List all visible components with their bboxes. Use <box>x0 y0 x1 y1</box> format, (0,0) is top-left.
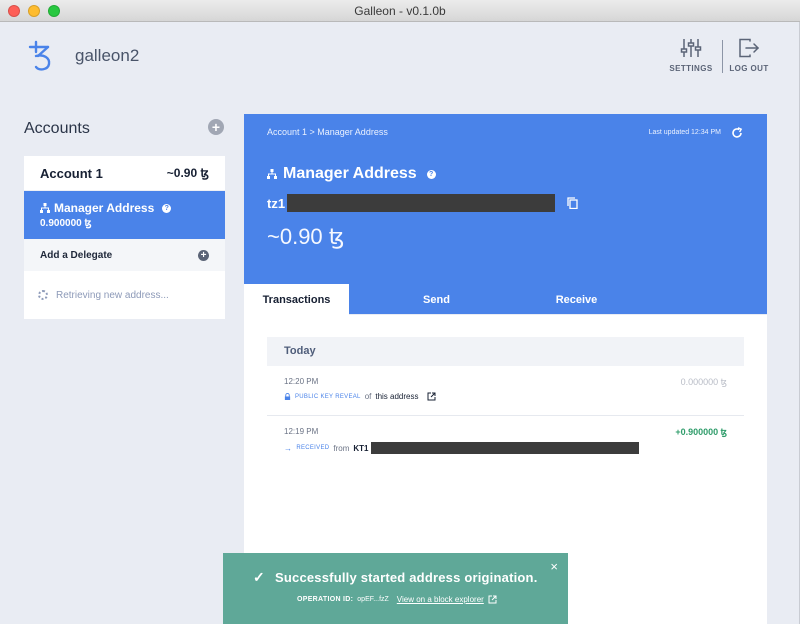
account-balance: ~0.90 ꜩ <box>166 166 209 180</box>
add-delegate-button[interactable]: Add a Delegate + <box>24 239 225 271</box>
arrow-right-icon: → <box>284 443 293 453</box>
help-icon[interactable]: ? <box>426 169 436 179</box>
settings-label: SETTINGS <box>669 64 713 73</box>
tab-send[interactable]: Send <box>349 284 524 315</box>
close-window-button[interactable] <box>8 5 20 17</box>
hierarchy-icon <box>267 169 277 179</box>
tab-receive[interactable]: Receive <box>524 284 629 315</box>
day-header: Today <box>267 337 744 366</box>
toast-message: Successfully started address origination… <box>275 570 538 585</box>
add-account-icon[interactable]: + <box>208 119 224 135</box>
hierarchy-icon <box>40 203 50 213</box>
account-name: Account 1 <box>40 165 103 181</box>
settings-button[interactable]: SETTINGS <box>664 38 718 73</box>
transaction-amount: +0.900000 ꜩ <box>675 427 727 437</box>
address-balance: ~0.90 ꜩ <box>267 224 345 249</box>
tab-bar: Transactions Send Receive <box>244 284 767 315</box>
redacted-address <box>287 194 556 212</box>
external-link-icon[interactable] <box>427 392 436 401</box>
external-link-icon[interactable] <box>488 595 497 604</box>
close-icon[interactable]: × <box>550 559 558 574</box>
operation-id-label: OPERATION ID: <box>297 596 354 603</box>
manager-address-balance: 0.900000 ꜩ <box>40 218 92 229</box>
minimize-window-button[interactable] <box>28 5 40 17</box>
app-header: galleon2 SETTINGS LOG OUT <box>0 22 800 92</box>
wallet-name: galleon2 <box>75 46 140 65</box>
logout-label: LOG OUT <box>729 64 769 73</box>
tezos-logo-icon <box>28 40 51 71</box>
account-header[interactable]: Account 1 ~0.90 ꜩ <box>24 156 225 191</box>
transaction-row[interactable]: 12:19 PM +0.900000 ꜩ → RECEIVED from KT1 <box>267 427 744 457</box>
manager-address-label: Manager Address <box>54 201 155 215</box>
zoom-window-button[interactable] <box>48 5 60 17</box>
transaction-row[interactable]: 12:20 PM 0.000000 ꜩ PUBLIC KEY REVEAL of… <box>267 377 744 407</box>
logout-button[interactable]: LOG OUT <box>722 38 776 73</box>
lock-icon <box>284 393 291 400</box>
last-updated: Last updated 12:34 PM <box>648 129 721 136</box>
refresh-icon[interactable] <box>731 127 743 139</box>
transaction-time: 12:20 PM <box>284 377 319 386</box>
page-title-text: Manager Address <box>283 165 417 182</box>
sidebar-item-manager-address[interactable]: Manager Address ? 0.900000 ꜩ <box>24 191 225 239</box>
address-prefix: tz1 <box>267 195 286 211</box>
breadcrumb: Account 1 > Manager Address <box>267 127 388 137</box>
add-delegate-label: Add a Delegate <box>40 249 113 261</box>
help-icon[interactable]: ? <box>162 203 172 213</box>
transaction-tag: PUBLIC KEY REVEAL <box>295 393 361 400</box>
logout-icon <box>739 38 760 58</box>
checkmark-icon: ✓ <box>253 569 265 585</box>
copy-icon[interactable] <box>567 197 578 209</box>
tab-transactions[interactable]: Transactions <box>244 284 349 315</box>
retrieving-address-status: Retrieving new address... <box>24 271 225 319</box>
operation-id-value: opEF...fzZ <box>357 596 389 603</box>
transaction-tag: RECEIVED <box>296 445 330 451</box>
window-controls <box>8 5 60 17</box>
transaction-target: this address <box>375 392 419 401</box>
transaction-time: 12:19 PM <box>284 427 319 436</box>
success-toast: ✓ Successfully started address originati… <box>223 553 568 624</box>
divider <box>267 415 744 416</box>
transaction-connector: of <box>364 392 372 401</box>
transaction-target: KT1 <box>353 443 369 453</box>
sliders-icon <box>680 39 702 57</box>
retrieving-text: Retrieving new address... <box>56 289 169 301</box>
window-title: Galleon - v0.1.0b <box>354 3 446 18</box>
operation-id-line: OPERATION ID: opEF...fzZ View on a block… <box>297 595 497 604</box>
plus-icon: + <box>198 249 209 261</box>
window-titlebar: Galleon - v0.1.0b <box>0 0 800 22</box>
redacted-address <box>370 442 639 454</box>
block-explorer-link[interactable]: View on a block explorer <box>397 595 484 604</box>
address-line: tz1 <box>267 194 578 212</box>
page-title: Manager Address ? <box>267 165 436 183</box>
loading-spinner-icon <box>38 290 48 300</box>
transaction-amount: 0.000000 ꜩ <box>680 377 727 387</box>
transaction-connector: from <box>333 443 350 453</box>
accounts-title: Accounts <box>24 120 90 137</box>
account-card: Account 1 ~0.90 ꜩ Manager Address ? 0.90… <box>24 156 225 319</box>
